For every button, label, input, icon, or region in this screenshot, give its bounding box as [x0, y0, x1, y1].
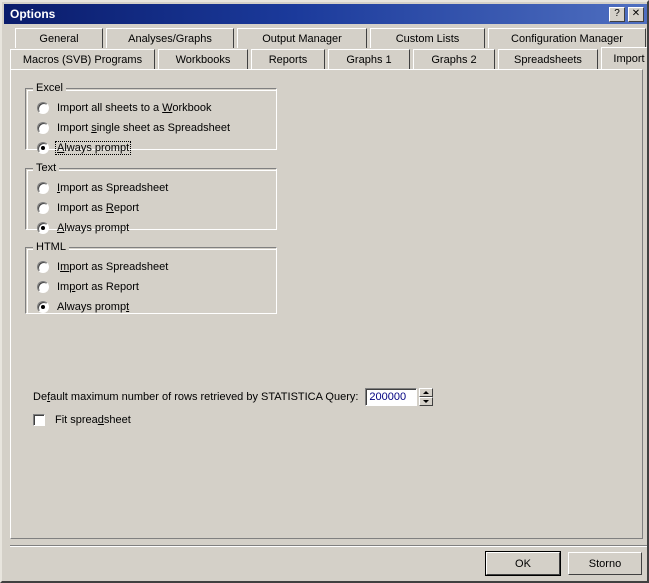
tab-spreadsheets[interactable]: Spreadsheets [498, 49, 598, 69]
radio-label: Always prompt [57, 222, 130, 234]
window-title: Options [10, 7, 56, 21]
radio-label: Import as Spreadsheet [57, 261, 169, 273]
tab-custom-lists[interactable]: Custom Lists [370, 28, 485, 48]
spinner-down-button[interactable] [419, 397, 434, 406]
group-excel-body: Import all sheets to a Workbook Import s… [37, 100, 271, 160]
group-text: Text Import as Spreadsheet Import as Rep… [25, 162, 277, 234]
tab-graphs-2[interactable]: Graphs 2 [413, 49, 495, 69]
cancel-button[interactable]: Storno [568, 552, 642, 575]
tab-row-top: General Analyses/Graphs Output Manager C… [15, 28, 647, 49]
radio-excel-always-prompt[interactable]: Always prompt [37, 140, 271, 156]
tab-macros-svb-programs[interactable]: Macros (SVB) Programs [10, 49, 155, 69]
arrow-down-icon [423, 400, 430, 403]
tab-general[interactable]: General [15, 28, 103, 48]
radio-label: Always prompt [57, 301, 130, 313]
max-rows-setting: Default maximum number of rows retrieved… [33, 388, 434, 406]
group-text-body: Import as Spreadsheet Import as Report A… [37, 180, 271, 240]
checkbox-fit-spreadsheet[interactable]: Fit spreadsheet [33, 412, 133, 428]
tab-configuration-manager[interactable]: Configuration Manager [488, 28, 646, 48]
radio-indicator[interactable] [37, 301, 49, 313]
radio-html-always-prompt[interactable]: Always prompt [37, 299, 271, 315]
ok-button[interactable]: OK [485, 551, 561, 576]
radio-indicator[interactable] [37, 182, 49, 194]
radio-label: Always prompt [55, 141, 132, 155]
checkbox-label: Fit spreadsheet [55, 414, 131, 426]
tab-import[interactable]: Import [601, 47, 647, 69]
radio-indicator[interactable] [37, 142, 49, 154]
group-html: HTML Import as Spreadsheet Import as Rep… [25, 241, 277, 314]
tab-analyses-graphs[interactable]: Analyses/Graphs [106, 28, 234, 48]
radio-html-import-as-report[interactable]: Import as Report [37, 279, 271, 295]
max-rows-input[interactable]: 200000 [365, 388, 418, 406]
group-text-title: Text [33, 162, 60, 174]
group-html-title: HTML [33, 241, 69, 253]
group-html-body: Import as Spreadsheet Import as Report A… [37, 259, 271, 319]
spinner-up-button[interactable] [419, 388, 434, 397]
tab-reports[interactable]: Reports [251, 49, 325, 69]
radio-excel-import-all-sheets[interactable]: Import all sheets to a Workbook [37, 100, 271, 116]
group-excel-title: Excel [33, 82, 66, 94]
radio-indicator[interactable] [37, 222, 49, 234]
radio-label: Import as Report [57, 281, 139, 293]
radio-text-import-as-spreadsheet[interactable]: Import as Spreadsheet [37, 180, 271, 196]
radio-label: Import as Spreadsheet [57, 182, 169, 194]
tab-output-manager[interactable]: Output Manager [237, 28, 367, 48]
radio-indicator[interactable] [37, 122, 49, 134]
radio-indicator[interactable] [37, 261, 49, 273]
radio-indicator[interactable] [37, 102, 49, 114]
tab-graphs-1[interactable]: Graphs 1 [328, 49, 410, 69]
checkbox-indicator[interactable] [33, 414, 45, 426]
title-bar: Options ? ✕ [4, 4, 647, 24]
close-button[interactable]: ✕ [628, 6, 644, 22]
import-tab-panel: Excel Import all sheets to a Workbook Im… [10, 69, 643, 539]
radio-label: Import single sheet as Spreadsheet [57, 122, 231, 134]
arrow-up-icon [423, 391, 430, 394]
tab-row-bottom: Macros (SVB) Programs Workbooks Reports … [10, 47, 647, 70]
help-button[interactable]: ? [609, 6, 625, 22]
radio-html-import-as-spreadsheet[interactable]: Import as Spreadsheet [37, 259, 271, 275]
radio-text-always-prompt[interactable]: Always prompt [37, 220, 271, 236]
radio-indicator[interactable] [37, 202, 49, 214]
bottom-separator [10, 545, 647, 547]
radio-label: Import as Report [57, 202, 139, 214]
radio-excel-import-single-sheet[interactable]: Import single sheet as Spreadsheet [37, 120, 271, 136]
options-dialog: Options ? ✕ General Analyses/Graphs Outp… [0, 0, 649, 583]
group-excel: Excel Import all sheets to a Workbook Im… [25, 82, 277, 155]
tab-strip: General Analyses/Graphs Output Manager C… [10, 28, 647, 72]
radio-label: Import all sheets to a Workbook [57, 102, 212, 114]
tab-workbooks[interactable]: Workbooks [158, 49, 248, 69]
max-rows-label: Default maximum number of rows retrieved… [33, 391, 359, 403]
radio-indicator[interactable] [37, 281, 49, 293]
max-rows-spinner[interactable] [419, 388, 434, 406]
radio-text-import-as-report[interactable]: Import as Report [37, 200, 271, 216]
